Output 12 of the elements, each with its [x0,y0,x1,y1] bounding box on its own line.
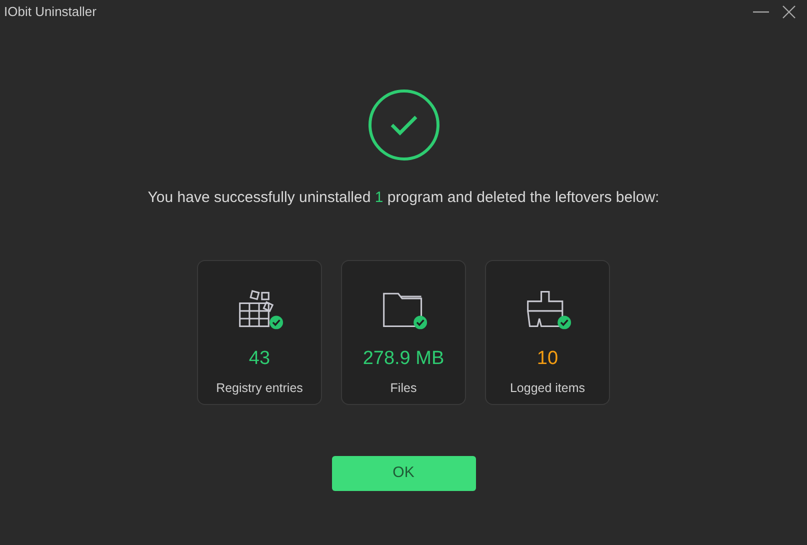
minimize-icon[interactable] [753,11,769,13]
close-icon[interactable] [782,5,796,19]
success-check-icon [368,89,440,161]
summary-value: 43 [248,346,270,370]
summary-label: Files [390,380,417,397]
summary-label: Registry entries [216,380,303,397]
window-title: IObit Uninstaller [4,3,98,22]
summary-label: Logged items [510,380,586,397]
summary-value: 10 [536,346,558,370]
success-message: You have successfully uninstalled 1 program and deleted the leftovers below: [148,188,660,208]
ok-button[interactable]: OK [332,456,476,490]
summary-value: 278.9 MB [362,346,444,370]
